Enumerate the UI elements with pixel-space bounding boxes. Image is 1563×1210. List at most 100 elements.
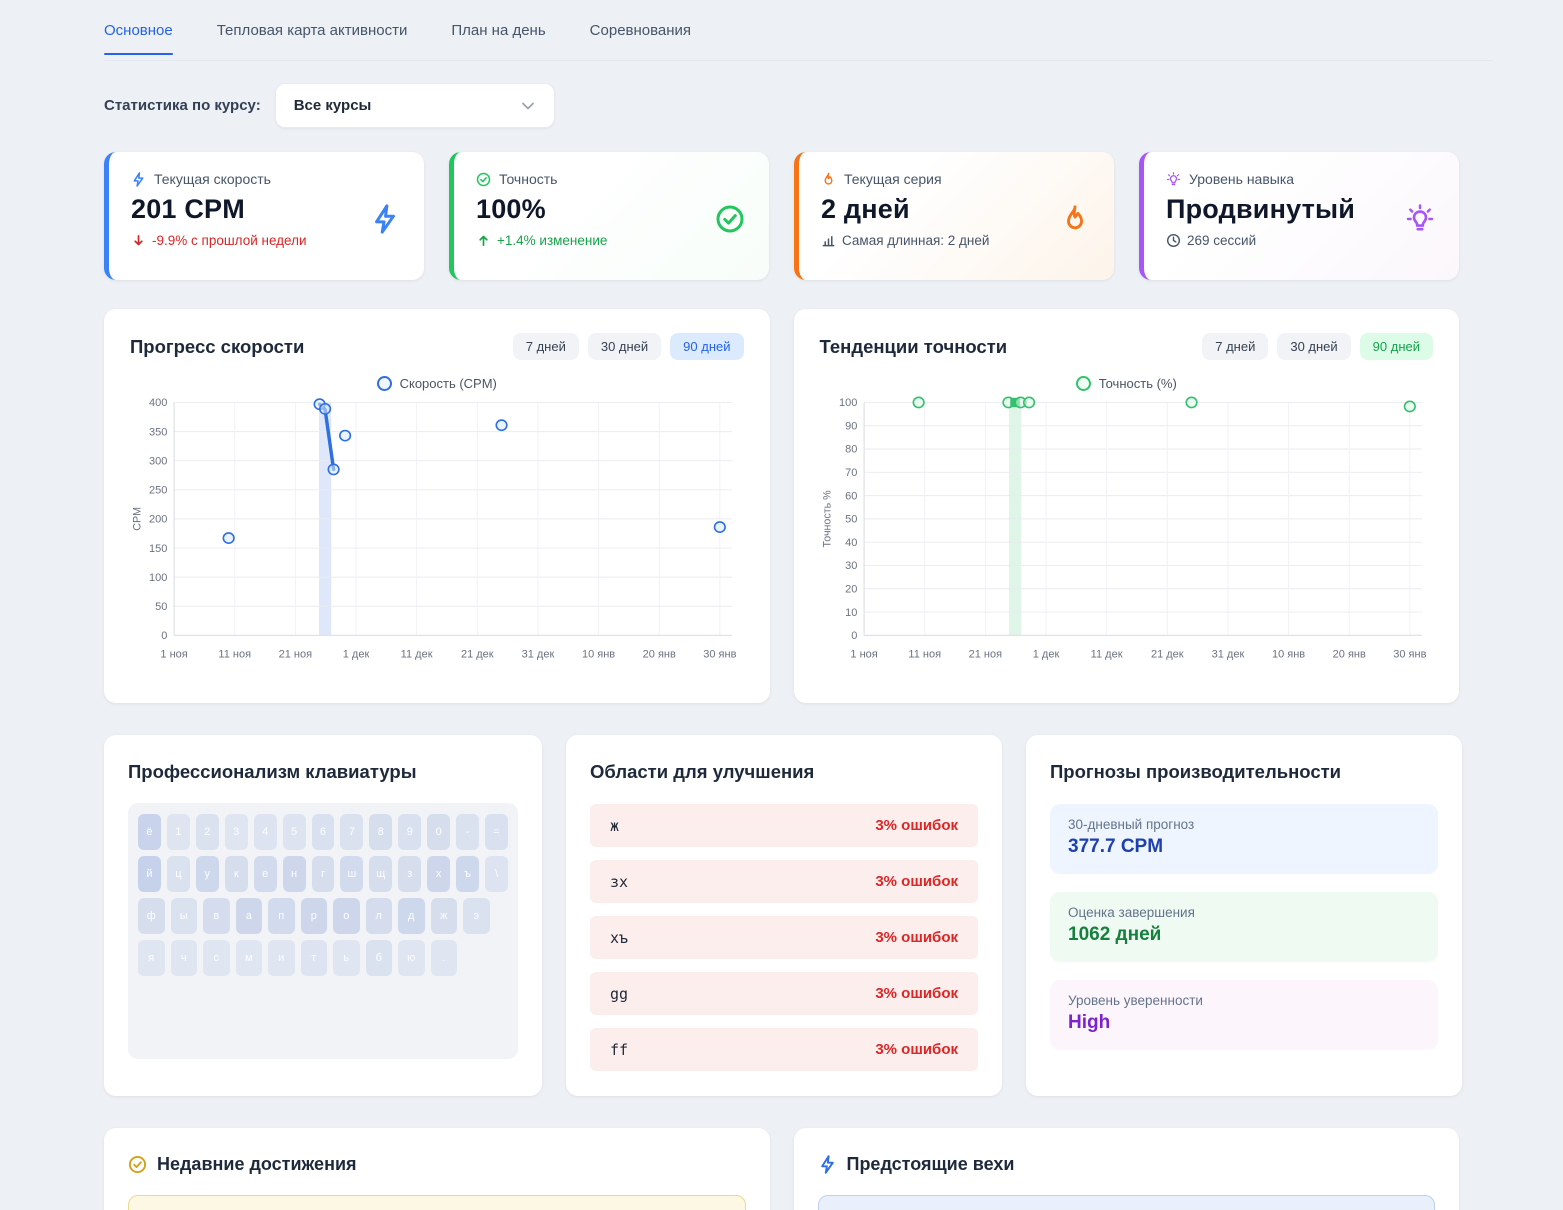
svg-text:50: 50: [155, 601, 167, 613]
svg-text:10 янв: 10 янв: [582, 649, 615, 661]
svg-text:21 ноя: 21 ноя: [279, 649, 313, 661]
svg-text:1 ноя: 1 ноя: [160, 649, 187, 661]
flame-icon: [1060, 204, 1090, 234]
keyboard-key: 1: [167, 814, 190, 850]
svg-text:10: 10: [845, 607, 857, 619]
stat-card-subtext: -9.9% с прошлой недели: [152, 233, 307, 248]
svg-text:11 ноя: 11 ноя: [218, 649, 251, 661]
svg-text:1 дек: 1 дек: [1032, 649, 1059, 661]
dashboard-page: Основное Тепловая карта активности План на…: [0, 0, 1563, 1210]
course-filter-label: Статистика по курсу:: [104, 97, 261, 114]
accuracy-trends-card: Тенденции точности 7 дней30 дней90 дней …: [794, 309, 1460, 703]
lightning-icon: [370, 204, 400, 234]
keyboard-key: е: [254, 856, 277, 892]
keyboard-key: 6: [312, 814, 335, 850]
improvement-key: ff: [610, 1041, 628, 1059]
range-button-30-дней[interactable]: 30 дней: [588, 333, 661, 360]
range-buttons: 7 дней 30 дней 90 дней: [1202, 333, 1433, 360]
keyboard-key: \: [485, 856, 508, 892]
svg-text:1 ноя: 1 ноя: [850, 649, 877, 661]
bottom-row: Недавние достижения Предстоящие вехи: [104, 1128, 1459, 1210]
course-filter-row: Статистика по курсу: Все курсы: [104, 83, 1459, 128]
stat-card-value: Продвинутый: [1166, 194, 1437, 225]
keyboard-key: ь: [333, 940, 360, 976]
prediction-label: Оценка завершения: [1068, 905, 1420, 920]
svg-text:11 дек: 11 дек: [401, 649, 433, 661]
stat-card-speed: Текущая скорость 201 CPM -9.9% с прошлой…: [104, 152, 424, 280]
upcoming-milestones-card: Предстоящие вехи: [794, 1128, 1460, 1210]
keyboard-key: т: [301, 940, 328, 976]
stat-card-label: Уровень навыка: [1189, 171, 1294, 187]
improvement-error-rate: 3% ошибок: [875, 817, 958, 834]
course-select[interactable]: Все курсы: [275, 83, 555, 128]
improvement-error-rate: 3% ошибок: [875, 1041, 958, 1058]
middle-row: Профессионализм клавиатуры ё1234567890-=…: [104, 735, 1459, 1096]
arrow-down-icon: [131, 233, 146, 248]
keyboard-key: в: [203, 898, 230, 934]
keyboard-key: ч: [171, 940, 198, 976]
stat-card-label: Текущая скорость: [154, 171, 271, 187]
svg-text:40: 40: [845, 537, 857, 549]
improvement-areas-title: Области для улучшения: [590, 761, 978, 783]
keyboard-key: 2: [196, 814, 219, 850]
svg-text:11 дек: 11 дек: [1090, 649, 1122, 661]
svg-text:80: 80: [845, 444, 857, 456]
improvement-row: gg 3% ошибок: [590, 972, 978, 1015]
range-button-90-дней[interactable]: 90 дней: [670, 333, 743, 360]
range-button-90-дней[interactable]: 90 дней: [1360, 333, 1433, 360]
chart-plot: 01020304050607080901001 ноя11 ноя21 ноя1…: [820, 395, 1434, 667]
chart-title: Тенденции точности: [820, 336, 1008, 358]
range-button-7-дней[interactable]: 7 дней: [1202, 333, 1268, 360]
keyboard-key: з: [398, 856, 421, 892]
legend-label: Скорость (CPM): [400, 376, 497, 391]
svg-text:200: 200: [149, 514, 167, 526]
stat-card-value: 100%: [476, 194, 747, 225]
stat-card-streak: Текущая серия 2 дней Самая длинная: 2 дн…: [794, 152, 1114, 280]
chart-legend: Точность (%): [820, 376, 1434, 391]
tab-1[interactable]: Тепловая карта активности: [217, 22, 408, 55]
medal-icon: [128, 1155, 147, 1174]
chevron-down-icon: [520, 98, 536, 114]
lightbulb-icon: [1405, 204, 1435, 234]
keyboard-key: ц: [167, 856, 190, 892]
flame-icon: [821, 172, 836, 187]
svg-text:21 дек: 21 дек: [1150, 649, 1183, 661]
lightning-icon: [818, 1155, 837, 1174]
keyboard-key: ж: [431, 898, 458, 934]
improvement-key: зх: [610, 873, 628, 891]
performance-predictions-card: Прогнозы производительности 30-дневный п…: [1026, 735, 1462, 1096]
svg-text:CPM: CPM: [131, 507, 143, 531]
keyboard-key: 3: [225, 814, 248, 850]
keyboard-key: 9: [398, 814, 421, 850]
lightbulb-icon: [1166, 172, 1181, 187]
prediction-label: Уровень уверенности: [1068, 993, 1420, 1008]
stat-card-value: 2 дней: [821, 194, 1092, 225]
tab-bar-divider: [104, 60, 1493, 61]
svg-text:50: 50: [845, 514, 857, 526]
keyboard-heatmap: ё1234567890-=йцукенгшщзхъ\фывапролджэячс…: [128, 803, 518, 1059]
tab-3[interactable]: Соревнования: [590, 22, 691, 55]
keyboard-key: х: [427, 856, 450, 892]
svg-text:Точность %: Точность %: [821, 490, 833, 548]
milestone-item: [818, 1195, 1436, 1210]
prediction-value: High: [1068, 1012, 1420, 1034]
keyboard-key: =: [485, 814, 508, 850]
keyboard-key: н: [283, 856, 306, 892]
svg-text:31 дек: 31 дек: [522, 649, 555, 661]
speed-progress-card: Прогресс скорости 7 дней30 дней90 дней С…: [104, 309, 770, 703]
tab-2[interactable]: План на день: [451, 22, 545, 55]
range-button-30-дней[interactable]: 30 дней: [1277, 333, 1350, 360]
range-button-7-дней[interactable]: 7 дней: [513, 333, 579, 360]
tab-main[interactable]: Основное: [104, 22, 173, 55]
keyboard-key: ю: [398, 940, 425, 976]
svg-text:20 янв: 20 янв: [1332, 649, 1365, 661]
stat-card-value: 201 CPM: [131, 194, 402, 225]
keyboard-key: щ: [369, 856, 392, 892]
stat-cards: Текущая скорость 201 CPM -9.9% с прошлой…: [104, 152, 1459, 280]
keyboard-key: й: [138, 856, 161, 892]
improvement-key: gg: [610, 985, 628, 1003]
improvement-row: ff 3% ошибок: [590, 1028, 978, 1071]
prediction-value: 377.7 CPM: [1068, 836, 1420, 858]
keyboard-key: к: [225, 856, 248, 892]
svg-text:60: 60: [845, 490, 857, 502]
